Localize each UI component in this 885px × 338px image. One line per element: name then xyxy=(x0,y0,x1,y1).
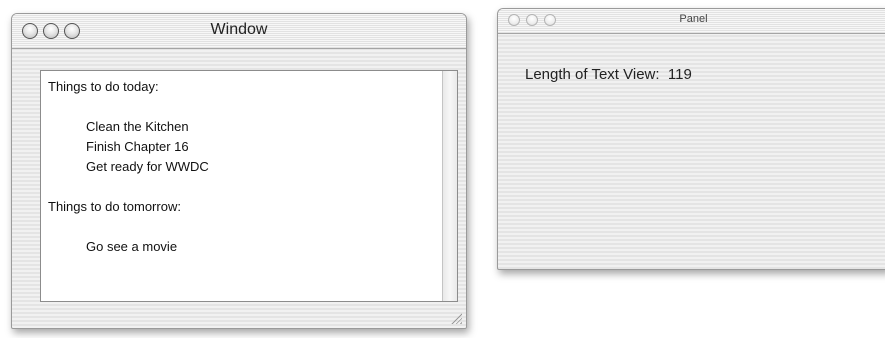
resize-grip-icon[interactable] xyxy=(451,313,462,324)
text-line: Things to do tomorrow: xyxy=(48,199,181,214)
text-line: Get ready for WWDC xyxy=(86,159,209,174)
text-line: Finish Chapter 16 xyxy=(86,139,189,154)
panel-window: Panel Length of Text View: 119 xyxy=(497,8,885,270)
text-view[interactable]: Things to do today: Clean the Kitchen Fini… xyxy=(40,70,458,302)
text-line xyxy=(48,97,437,117)
panel-titlebar[interactable]: Panel xyxy=(498,9,885,34)
text-line xyxy=(48,217,437,237)
text-view-content[interactable]: Things to do today: Clean the Kitchen Fini… xyxy=(48,77,437,257)
main-window: Window Things to do today: Clean the Kitc… xyxy=(11,13,467,329)
vertical-scrollbar[interactable] xyxy=(442,71,457,301)
panel-title: Panel xyxy=(679,13,708,25)
text-line: Things to do today: xyxy=(48,79,159,94)
text-line: Clean the Kitchen xyxy=(86,119,189,134)
text-length-label: Length of Text View: 119 xyxy=(525,66,692,83)
window-titlebar[interactable]: Window xyxy=(12,14,466,49)
text-line xyxy=(48,177,437,197)
text-line: Go see a movie xyxy=(86,239,178,254)
window-title: Window xyxy=(210,21,268,38)
